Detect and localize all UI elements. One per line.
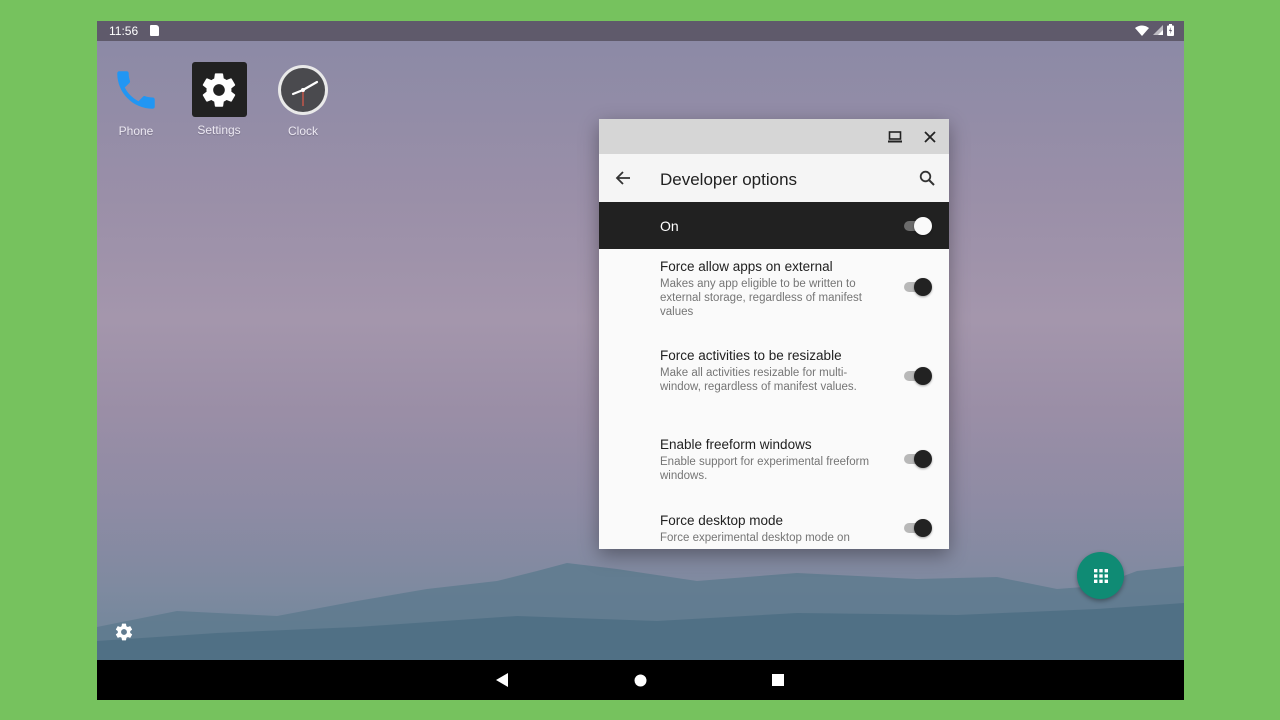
desktop-icon-label: Phone: [118, 124, 154, 138]
item-summary: Makes any app eligible to be written to …: [660, 278, 862, 318]
nav-back-button[interactable]: [477, 660, 527, 700]
master-switch-bar[interactable]: On: [599, 202, 949, 249]
nav-home-button[interactable]: [615, 660, 665, 700]
item-title: Force activities to be resizable: [660, 348, 842, 363]
quick-settings-button[interactable]: [114, 622, 134, 647]
maximize-icon: [888, 130, 902, 142]
app-bar: Developer options: [599, 154, 949, 202]
desktop-icon-phone[interactable]: Phone: [97, 62, 176, 138]
navigation-bar: [97, 660, 1184, 700]
item-summary: Enable support for experimental freeform…: [660, 456, 870, 482]
gear-icon: [115, 623, 133, 641]
recents-square-icon: [772, 674, 784, 686]
master-switch-label: On: [660, 218, 679, 234]
android-screen: 11:56 Phone Settings Clock Developer opt…: [97, 21, 1184, 700]
wifi-icon: [1135, 25, 1149, 36]
toggle-switch[interactable]: [902, 277, 932, 297]
toggle-switch[interactable]: [902, 449, 932, 469]
close-icon: [924, 130, 936, 143]
clock-icon: [275, 62, 331, 118]
search-button[interactable]: [915, 166, 939, 190]
list-item-freeform-windows[interactable]: Enable freeform windows Enable support f…: [599, 437, 949, 483]
list-item-desktop-mode[interactable]: Force desktop mode Force experimental de…: [599, 513, 949, 545]
desktop-icon-label: Clock: [287, 124, 318, 138]
list-item-force-allow-external[interactable]: Force allow apps on external Makes any a…: [599, 259, 949, 319]
search-icon: [919, 170, 935, 186]
status-bar: 11:56: [97, 21, 1184, 41]
desktop-icon-clock[interactable]: Clock: [263, 62, 343, 138]
master-toggle[interactable]: [902, 216, 932, 236]
desktop-icon-settings[interactable]: Settings: [179, 62, 259, 137]
home-circle-icon: [634, 674, 646, 686]
item-title: Force desktop mode: [660, 513, 784, 528]
back-triangle-icon: [496, 673, 508, 687]
item-title: Force allow apps on external: [660, 259, 833, 274]
status-time: 11:56: [109, 24, 139, 38]
close-button[interactable]: [913, 119, 947, 154]
phone-icon: [108, 62, 164, 118]
item-summary: Force experimental desktop mode on: [660, 532, 850, 544]
app-drawer-button[interactable]: [1077, 552, 1124, 599]
list-item-force-resizable[interactable]: Force activities to be resizable Make al…: [599, 348, 949, 394]
desktop-icon-label: Settings: [197, 123, 241, 137]
item-summary: Make all activities resizable for multi-…: [660, 367, 857, 393]
toggle-switch[interactable]: [902, 518, 932, 538]
window-caption-bar[interactable]: [599, 119, 949, 154]
page-title: Developer options: [660, 170, 798, 189]
toggle-switch[interactable]: [902, 366, 932, 386]
apps-grid-icon: [1093, 568, 1108, 583]
developer-options-window[interactable]: Developer options On Force allow apps on…: [599, 119, 949, 549]
item-title: Enable freeform windows: [660, 437, 812, 452]
battery-icon: [1167, 24, 1174, 36]
sd-card-icon: [150, 25, 159, 36]
cell-signal-icon: [1153, 25, 1163, 35]
back-arrow-button[interactable]: [611, 166, 635, 190]
settings-icon: [191, 62, 247, 117]
back-arrow-icon: [615, 171, 630, 185]
nav-recents-button[interactable]: [753, 660, 803, 700]
maximize-button[interactable]: [878, 119, 912, 154]
